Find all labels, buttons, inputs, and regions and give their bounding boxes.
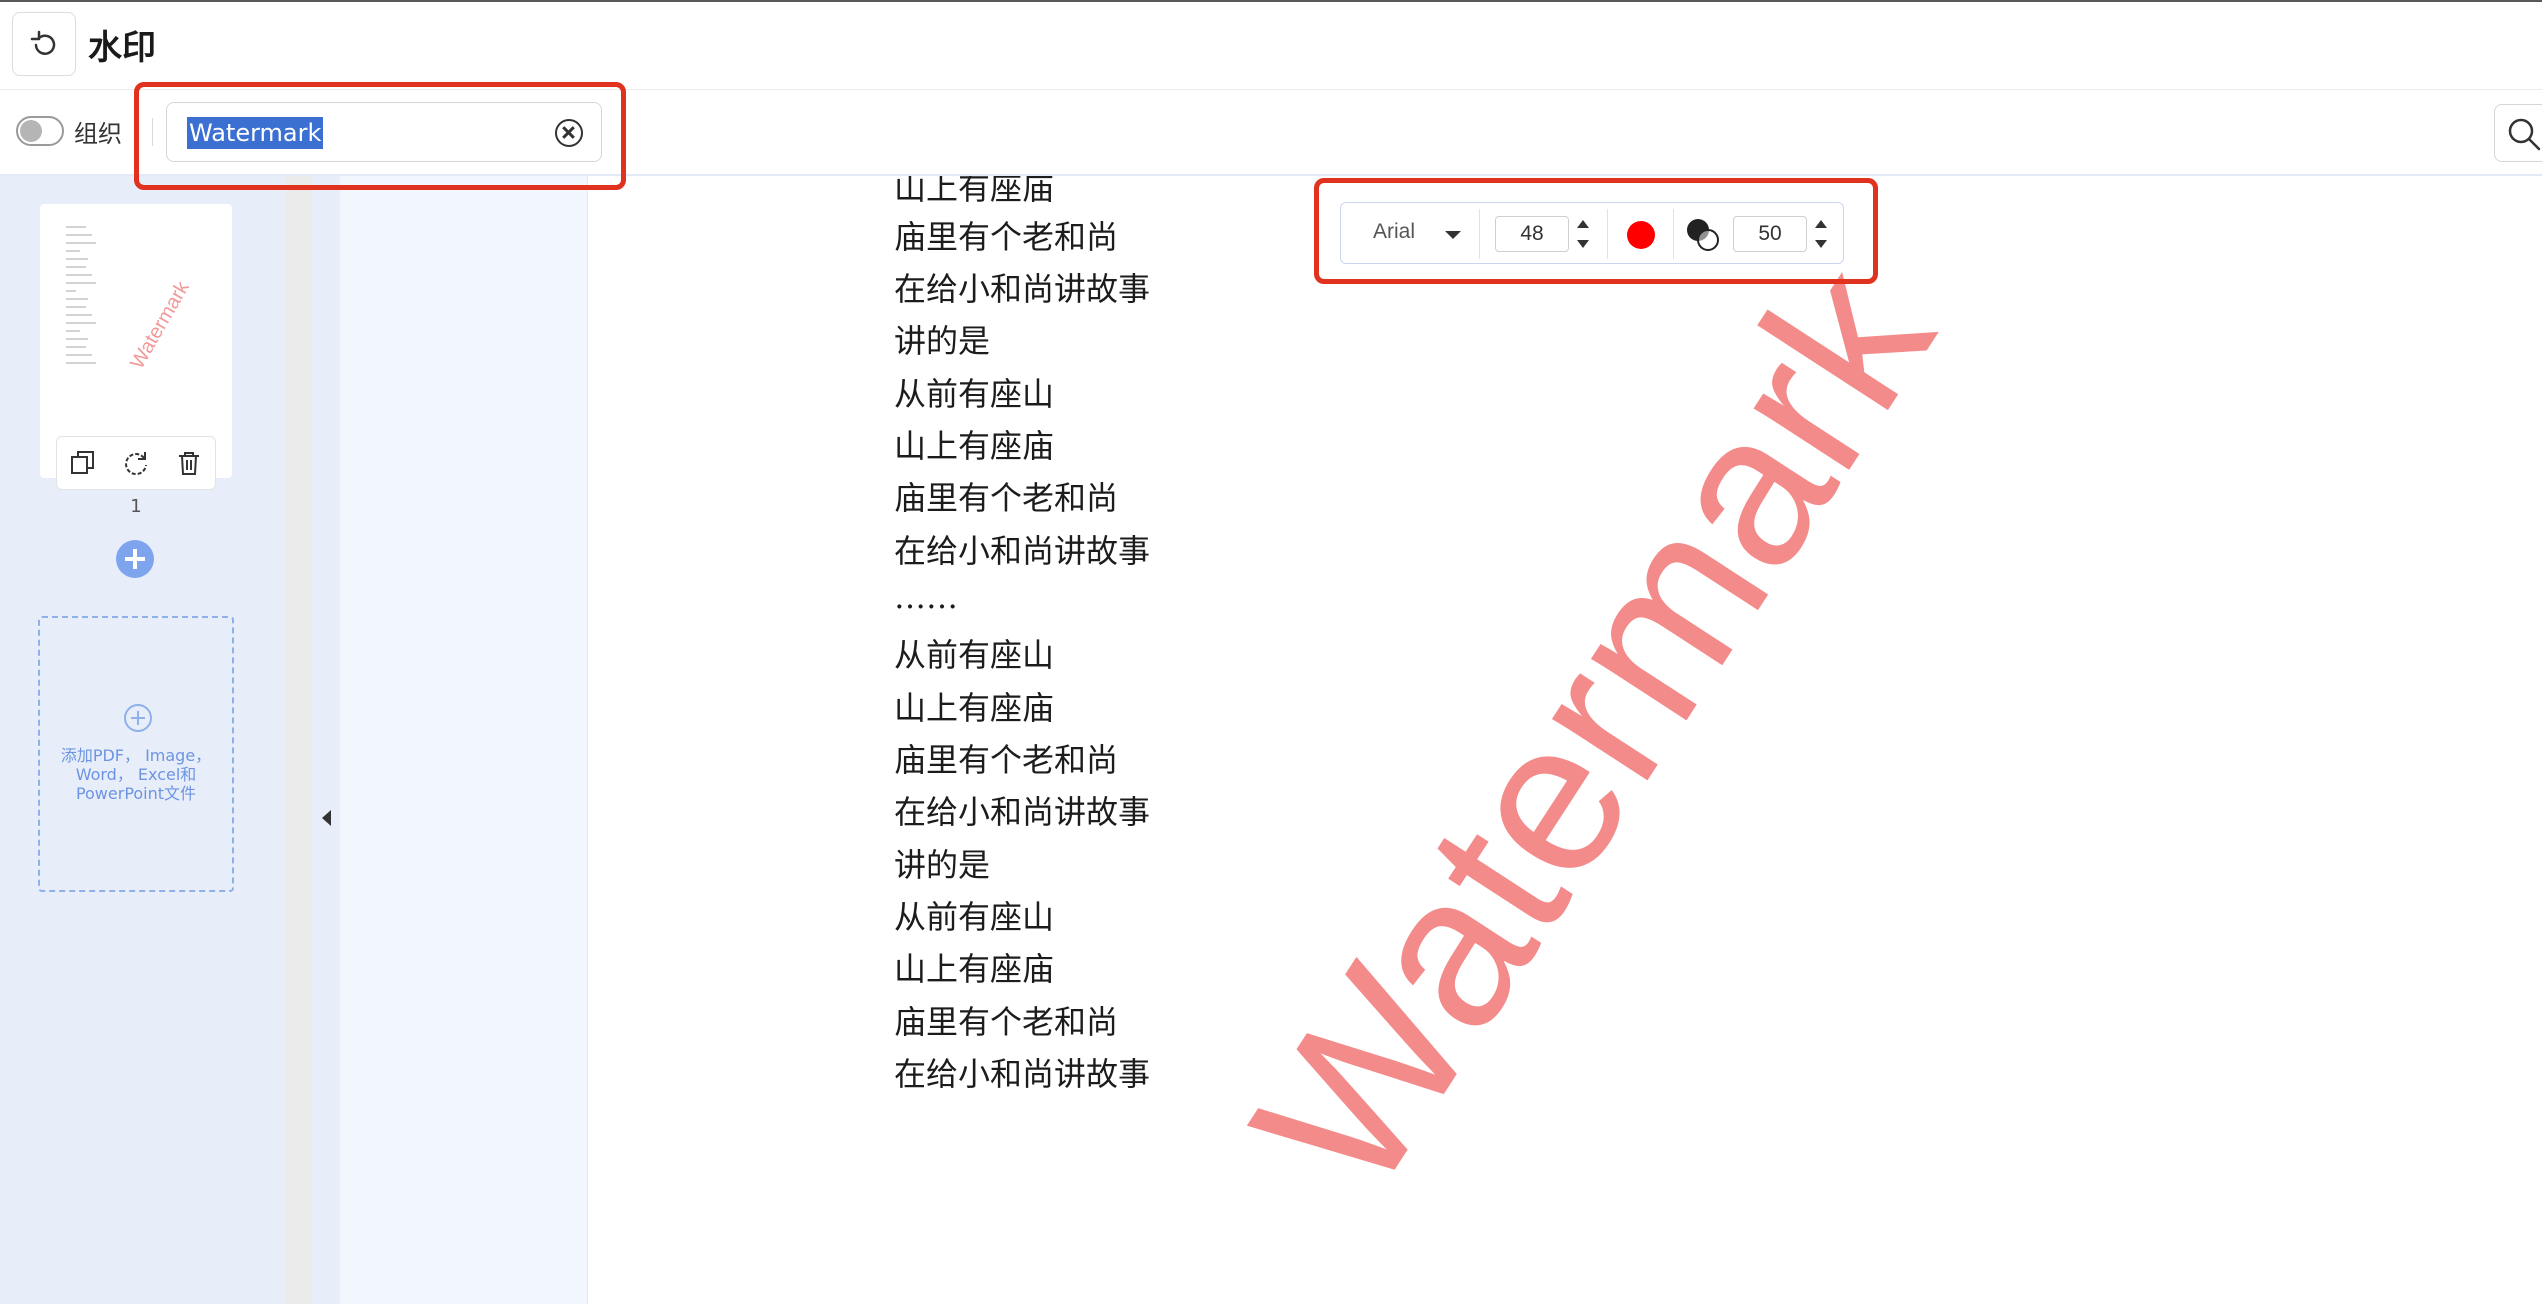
font-name: Arial [1373,220,1416,243]
font-size-stepper[interactable] [1577,217,1591,251]
add-file-icon [124,704,152,732]
thumb-text-line [66,322,96,324]
stepper-down-icon[interactable] [1815,240,1827,248]
thumb-text-line [66,242,96,244]
doc-text-line: 庙里有个老和尚 [894,479,1119,517]
document-page: 山上有座庙 庙里有个老和尚 在给小和尚讲故事 讲的是 从前有座山 山上有座庙 庙… [589,176,2542,1304]
chevron-down-icon [1445,231,1461,239]
organize-label: 组织 [74,120,122,148]
opacity-input[interactable]: 50 [1733,216,1807,252]
trash-icon[interactable] [175,449,203,477]
page-title: 水印 [88,28,156,68]
doc-text-line: 讲的是 [894,322,991,360]
back-button[interactable] [12,12,76,76]
doc-text-line: 在给小和尚讲故事 [894,270,1151,308]
file-dropzone[interactable]: 添加PDF， Image， Word， Excel和 PowerPoint文件 [38,616,234,892]
doc-text-line: 山上有座庙 [894,950,1055,988]
panel-gutter [312,176,340,1304]
main-toolbar: 组织 Watermark [0,90,2542,176]
thumb-text-line [66,346,86,348]
doc-text-line: 在给小和尚讲故事 [894,793,1151,831]
add-page-button[interactable] [116,540,154,578]
thumb-text-line [66,266,86,268]
search-icon [2508,118,2541,151]
app-header: 水印 [0,2,2542,90]
doc-text-line: 庙里有个老和尚 [894,1003,1119,1041]
thumbnail-actions [56,436,216,490]
thumb-text-line [66,290,76,292]
search-button[interactable] [2494,104,2542,162]
rotate-icon[interactable] [122,449,150,477]
page-number: 1 [130,496,142,517]
watermark-text-value[interactable]: Watermark [187,117,324,149]
thumb-text-line [66,298,88,300]
thumb-text-line [66,234,92,236]
stepper-up-icon[interactable] [1577,220,1589,228]
doc-text-line: 山上有座庙 [894,176,1055,207]
thumb-text-line [66,274,92,276]
toolbar-divider [152,118,153,146]
opacity-icon-outline [1697,229,1719,251]
watermark-style-toolbar: Arial 48 50 [1340,202,1844,264]
side-pane [340,176,588,1304]
collapse-sidebar-icon[interactable] [322,810,331,826]
dropzone-text: 添加PDF， Image， Word， Excel和 PowerPoint文件 [60,746,212,803]
thumb-text-line [66,250,80,252]
thumb-text-line [66,314,92,316]
doc-text-line: 从前有座山 [894,898,1055,936]
doc-text-line: 在给小和尚讲故事 [894,532,1151,570]
doc-text-line: 庙里有个老和尚 [894,741,1119,779]
thumb-text-line [66,338,88,340]
opacity-stepper[interactable] [1815,217,1829,251]
doc-text-line: 山上有座庙 [894,427,1055,465]
stepper-down-icon[interactable] [1577,240,1589,248]
doc-text-line: 山上有座庙 [894,689,1055,727]
font-select[interactable]: Arial [1341,203,1479,265]
toolbar-separator [1673,209,1674,259]
doc-text-line: …… [894,578,958,616]
thumb-text-line [66,354,92,356]
toolbar-separator [1479,209,1480,259]
watermark-text-input[interactable]: Watermark [166,102,602,162]
thumb-text-line [66,282,96,284]
doc-text-line: 庙里有个老和尚 [894,218,1119,256]
color-picker[interactable] [1627,221,1655,249]
thumb-text-line [66,330,80,332]
thumb-text-line [66,362,96,364]
stepper-up-icon[interactable] [1815,220,1827,228]
opacity-icon [1687,219,1721,253]
doc-text-line: 在给小和尚讲故事 [894,1055,1151,1093]
doc-text-line: 讲的是 [894,846,991,884]
undo-icon [30,30,56,55]
toolbar-separator [1607,209,1608,259]
clear-icon[interactable] [555,119,583,147]
thumbnail-watermark: Watermark [126,277,194,373]
doc-text-line: 从前有座山 [894,375,1055,413]
thumb-text-line [66,306,86,308]
page-thumbnail-sidebar: Watermark 1 添加PDF， Image， Word， Excel和 P… [0,176,286,1304]
watermark-preview-text: Watermark [1206,225,1978,1233]
thumb-text-line [66,258,88,260]
sidebar-scrollbar[interactable] [286,176,312,1304]
doc-text-line: 从前有座山 [894,636,1055,674]
organize-toggle[interactable] [16,116,64,146]
duplicate-icon[interactable] [69,449,97,477]
thumb-text-line [66,226,86,228]
font-size-input[interactable]: 48 [1495,216,1569,252]
